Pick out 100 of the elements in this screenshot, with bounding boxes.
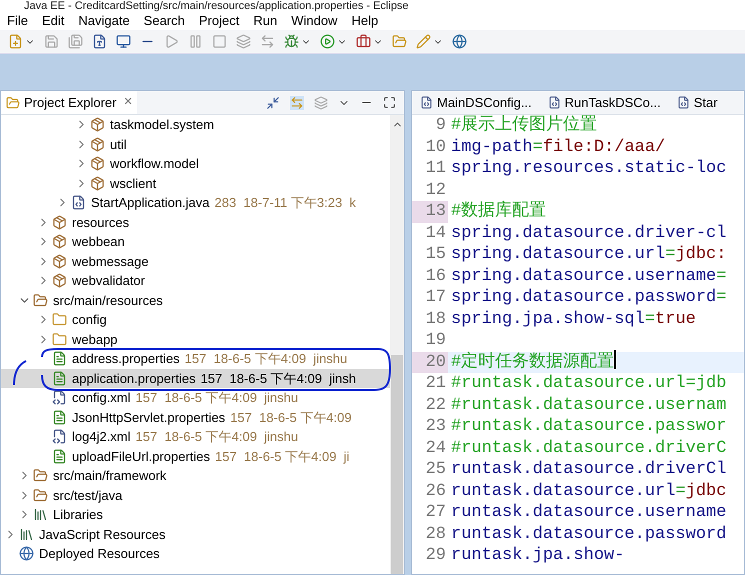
- editor-tab[interactable]: Star: [668, 91, 726, 114]
- item-label: JsonHttpServlet.properties: [72, 408, 226, 427]
- menu-item[interactable]: Run: [253, 11, 278, 31]
- tree-item[interactable]: resources: [1, 212, 390, 232]
- item-label: log4j2.xml: [72, 428, 131, 446]
- tree-item[interactable]: JsonHttpServlet.properties 157 18-6-5 下午4:09: [1, 408, 390, 427]
- properties-file-icon: [52, 448, 67, 464]
- item-decoration: 157 18-6-5 下午4:09: [230, 408, 352, 426]
- tab-label: MainDSConfig...: [437, 94, 532, 112]
- code-comment: #数据库配置: [451, 200, 546, 223]
- xml-file-icon: [52, 429, 67, 444]
- item-label: uploadFileUrl.properties: [72, 448, 210, 466]
- collapse-all-icon[interactable]: [266, 96, 280, 110]
- package-icon: [90, 156, 105, 172]
- item-label: wsclient: [110, 174, 156, 192]
- item-label: Deployed Resources: [39, 545, 160, 563]
- code-text: jdbc:: [675, 244, 726, 266]
- package-icon: [52, 214, 67, 230]
- tree-item[interactable]: util: [1, 134, 390, 154]
- code-text: runtask.datasource.url: [451, 480, 676, 502]
- menu-item[interactable]: Project: [198, 11, 240, 31]
- item-label: address.properties: [72, 350, 180, 368]
- bug-icon[interactable]: [284, 34, 299, 49]
- item-label: src/main/resources: [53, 292, 163, 310]
- item-decoration: 157 18-6-5 下午4:09 jinshu: [136, 428, 298, 446]
- code-text: =: [716, 287, 726, 309]
- code-text: file:D:/aaa/: [542, 136, 666, 158]
- open-folder-icon[interactable]: [392, 34, 407, 49]
- tree-item[interactable]: src/test/java: [1, 486, 390, 505]
- text-cursor: [614, 350, 616, 368]
- explorer-tab[interactable]: Project Explorer ✕: [1, 91, 138, 114]
- code-comment: #runtask.datasource.usernam: [451, 394, 726, 416]
- menu-item[interactable]: File: [7, 11, 28, 31]
- tree-item[interactable]: config: [1, 310, 390, 330]
- scrollbar[interactable]: [390, 115, 404, 574]
- tree-item[interactable]: src/main/resources: [1, 290, 390, 310]
- tree-item[interactable]: taskmodel.system: [1, 115, 390, 134]
- tree-item[interactable]: webvalidator: [1, 271, 390, 290]
- tree-item[interactable]: address.properties 157 18-6-5 下午4:09 jinshu: [1, 349, 390, 368]
- tree-item[interactable]: application.properties 157 18-6-5 下午4:09 jinsh: [1, 368, 390, 388]
- tree-item[interactable]: uploadFileUrl.properties 157 18-6-5 下午4:09 ji: [1, 446, 390, 466]
- code-text: =: [675, 480, 686, 502]
- maximize-icon[interactable]: [383, 96, 396, 109]
- folder-icon: [6, 96, 20, 110]
- code-comment: #展示上传图片位置: [451, 115, 598, 137]
- folder-icon: [52, 312, 67, 328]
- tree-item[interactable]: webapp: [1, 330, 390, 349]
- monitor-icon[interactable]: [116, 34, 131, 49]
- tree-item[interactable]: Deployed Resources: [1, 544, 390, 564]
- code-comment: #runtask.datasource.url=jdb: [451, 373, 726, 395]
- code-text: spring.datasource.username: [451, 266, 716, 288]
- line-number: 13: [412, 201, 448, 222]
- code-text: jdbc: [686, 480, 726, 502]
- package-icon: [52, 254, 67, 269]
- java-file-icon: [548, 96, 561, 109]
- code-text: =: [716, 266, 726, 288]
- item-label: webapp: [72, 330, 118, 349]
- item-label: StartApplication.java: [91, 194, 210, 212]
- package-icon: [52, 273, 67, 288]
- line-number: 20: [412, 352, 448, 373]
- item-label: webmessage: [72, 252, 149, 271]
- source-folder-icon: [33, 488, 48, 503]
- item-label: src/main/framework: [53, 467, 166, 485]
- item-label: config: [72, 311, 107, 329]
- code-text: spring.datasource.password: [451, 287, 716, 309]
- source-folder-icon: [33, 468, 48, 484]
- properties-file-icon: [52, 410, 67, 425]
- link-editor-icon[interactable]: [290, 96, 304, 110]
- code-comment: #定时任务数据源配置: [451, 350, 614, 374]
- tree-item[interactable]: webmessage: [1, 252, 390, 271]
- menu-item[interactable]: Edit: [42, 11, 64, 31]
- close-tab-button[interactable]: ✕: [123, 94, 132, 111]
- code-comment: #runtask.datasource.passwor: [451, 416, 726, 438]
- tree-item[interactable]: workflow.model: [1, 154, 390, 174]
- package-icon: [90, 136, 105, 152]
- code-text: spring.datasource.url: [451, 244, 666, 266]
- menu-item[interactable]: Help: [351, 11, 378, 31]
- scrollbar-thumb[interactable]: [391, 355, 403, 574]
- editor-tab[interactable]: RunTaskDSCo...: [540, 91, 669, 114]
- xml-file-icon: [52, 390, 67, 406]
- tree-item[interactable]: StartApplication.java 283 18-7-11 下午3:23 k: [1, 193, 390, 212]
- globe-icon[interactable]: [452, 34, 467, 49]
- tree-item[interactable]: JavaScript Resources: [1, 524, 390, 544]
- item-label: util: [110, 136, 127, 154]
- code-text: spring.resources.static-loc: [451, 158, 726, 180]
- tree-item[interactable]: src/main/framework: [1, 466, 390, 486]
- tree-item[interactable]: Libraries: [1, 505, 390, 524]
- tree-item[interactable]: wsclient: [1, 174, 390, 193]
- tree-item[interactable]: config.xml 157 18-6-5 下午4:09 jinshu: [1, 388, 390, 408]
- menu-item[interactable]: Navigate: [78, 11, 130, 31]
- source-folder-icon: [33, 292, 48, 308]
- code-text: true: [655, 308, 696, 330]
- tree-item[interactable]: log4j2.xml 157 18-6-5 下午4:09 jinshu: [1, 427, 390, 446]
- tree-item[interactable]: webbean: [1, 232, 390, 252]
- editor-tab[interactable]: MainDSConfig...: [412, 91, 540, 114]
- menu-item[interactable]: Search: [144, 11, 185, 31]
- item-label: workflow.model: [110, 155, 199, 173]
- menu-item[interactable]: Window: [291, 11, 338, 31]
- code-text: spring.datasource.driver-cl: [451, 222, 726, 244]
- properties-file-icon: [52, 351, 67, 366]
